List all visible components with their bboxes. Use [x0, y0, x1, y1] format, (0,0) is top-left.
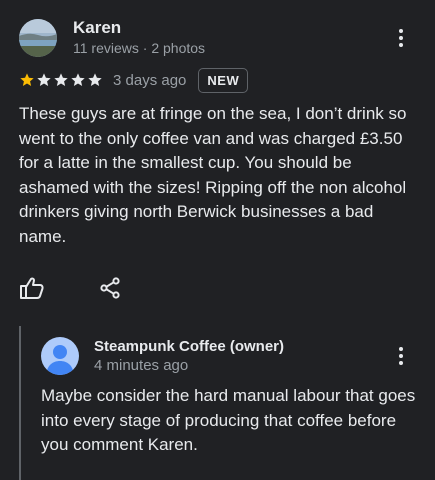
owner-reply-text: Maybe consider the hard manual labour th…: [41, 386, 416, 454]
star-rating: [19, 72, 103, 88]
star-empty-icon: [88, 73, 102, 86]
review-text: These guys are at fringe on the sea, I d…: [19, 104, 407, 246]
like-button[interactable]: [19, 276, 45, 300]
owner-reply-time: 4 minutes ago: [94, 357, 189, 374]
owner-avatar[interactable]: [41, 337, 79, 375]
reply-divider: [19, 326, 21, 480]
reviewer-meta: 11 reviews · 2 photos: [73, 40, 206, 56]
star-empty-icon: [37, 73, 51, 86]
review-more-options-icon[interactable]: [391, 24, 411, 52]
rating-row: 3 days ago NEW: [19, 66, 249, 94]
new-badge: NEW: [198, 67, 249, 93]
share-button[interactable]: [98, 276, 122, 300]
person-icon: [41, 337, 79, 375]
star-filled-icon: [20, 73, 34, 86]
reviewer-avatar[interactable]: [19, 19, 57, 57]
thumbs-up-icon: [20, 277, 44, 299]
share-icon: [100, 277, 120, 299]
star-empty-icon: [71, 73, 85, 86]
star-empty-icon: [54, 73, 68, 86]
owner-reply: Steampunk Coffee (owner) 4 minutes ago M…: [19, 326, 435, 480]
reviewer-name[interactable]: Karen: [73, 18, 121, 38]
owner-name: Steampunk Coffee (owner): [94, 338, 285, 355]
reply-more-options-icon[interactable]: [391, 342, 411, 370]
review-date: 3 days ago: [113, 71, 187, 89]
